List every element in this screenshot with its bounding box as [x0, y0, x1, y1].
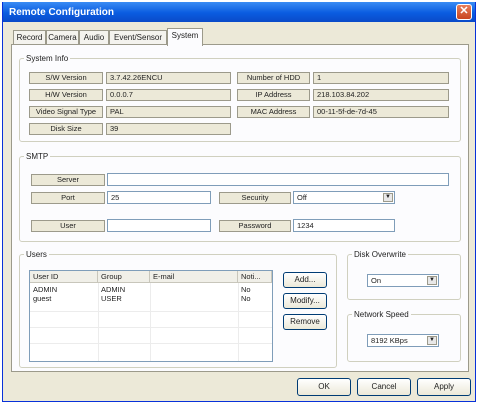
- video-signal-value: PAL: [106, 106, 231, 118]
- add-user-button[interactable]: Add...: [283, 272, 327, 288]
- security-select[interactable]: Off ▼: [293, 191, 395, 204]
- grid-divider: [30, 311, 272, 312]
- tab-audio[interactable]: Audio: [79, 30, 109, 45]
- ok-button[interactable]: OK: [297, 378, 351, 396]
- users-legend: Users: [26, 250, 47, 259]
- mac-address-label: MAC Address: [237, 106, 310, 118]
- cell-notify: No: [241, 294, 251, 303]
- column-header-email[interactable]: E-mail: [150, 271, 238, 283]
- port-label: Port: [31, 192, 105, 204]
- cell-email: [150, 285, 238, 294]
- tab-record[interactable]: Record: [13, 30, 46, 45]
- disk-size-value: 39: [106, 123, 231, 135]
- users-table[interactable]: User ID Group E-mail Noti... ADMIN ADMIN…: [29, 270, 273, 362]
- title-bar[interactable]: Remote Configuration ✕: [3, 2, 475, 22]
- chevron-down-icon[interactable]: ▼: [383, 193, 393, 202]
- apply-button[interactable]: Apply: [417, 378, 471, 396]
- port-input[interactable]: 25: [107, 191, 211, 204]
- disk-overwrite-value: On: [371, 276, 382, 285]
- grid-divider: [30, 327, 272, 328]
- chevron-down-icon[interactable]: ▼: [427, 336, 437, 345]
- tab-system[interactable]: System: [167, 28, 203, 46]
- tab-camera[interactable]: Camera: [46, 30, 79, 45]
- remote-configuration-window: Remote Configuration ✕ Record Camera Aud…: [2, 2, 476, 402]
- window-title: Remote Configuration: [9, 7, 114, 18]
- chevron-down-icon[interactable]: ▼: [427, 276, 437, 285]
- disk-overwrite-select[interactable]: On ▼: [367, 274, 439, 287]
- tab-event-sensor[interactable]: Event/Sensor: [109, 30, 167, 45]
- security-label: Security: [219, 192, 291, 204]
- column-header-group[interactable]: Group: [98, 271, 150, 283]
- disk-size-label: Disk Size: [29, 123, 103, 135]
- sw-version-value: 3.7.42.26ENCU: [106, 72, 231, 84]
- sw-version-label: S/W Version: [29, 72, 103, 84]
- close-button[interactable]: ✕: [456, 4, 472, 20]
- video-signal-label: Video Signal Type: [29, 106, 103, 118]
- user-label: User: [31, 220, 105, 232]
- cell-email: [150, 294, 238, 303]
- ip-address-value: 218.103.84.202: [313, 89, 449, 101]
- smtp-legend: SMTP: [26, 152, 49, 161]
- network-speed-legend: Network Speed: [354, 310, 409, 319]
- network-speed-select[interactable]: 8192 KBps ▼: [367, 334, 439, 347]
- column-header-notify[interactable]: Noti...: [238, 271, 272, 283]
- cell-user-id: guest: [33, 294, 52, 303]
- column-header-user-id[interactable]: User ID: [30, 271, 98, 283]
- cancel-button[interactable]: Cancel: [357, 378, 411, 396]
- cell-group: ADMIN: [101, 285, 126, 294]
- cell-user-id: ADMIN: [33, 285, 58, 294]
- system-info-legend: System Info: [26, 54, 69, 63]
- security-value: Off: [297, 193, 307, 202]
- hdd-count-value: 1: [313, 72, 449, 84]
- user-input[interactable]: [107, 219, 211, 232]
- server-input[interactable]: [107, 173, 449, 186]
- hw-version-value: 0.0.0.7: [106, 89, 231, 101]
- remove-user-button[interactable]: Remove: [283, 314, 327, 330]
- disk-overwrite-legend: Disk Overwrite: [354, 250, 407, 259]
- server-label: Server: [31, 174, 105, 186]
- modify-user-button[interactable]: Modify...: [283, 293, 327, 309]
- grid-divider: [30, 343, 272, 344]
- cell-group: USER: [101, 294, 122, 303]
- password-input[interactable]: 1234: [293, 219, 395, 232]
- network-speed-value: 8192 KBps: [371, 336, 408, 345]
- cell-notify: No: [241, 285, 251, 294]
- hw-version-label: H/W Version: [29, 89, 103, 101]
- mac-address-value: 00-11-5f-de-7d-45: [313, 106, 449, 118]
- ip-address-label: IP Address: [237, 89, 310, 101]
- password-label: Password: [219, 220, 291, 232]
- hdd-count-label: Number of HDD: [237, 72, 310, 84]
- close-icon: ✕: [459, 5, 469, 17]
